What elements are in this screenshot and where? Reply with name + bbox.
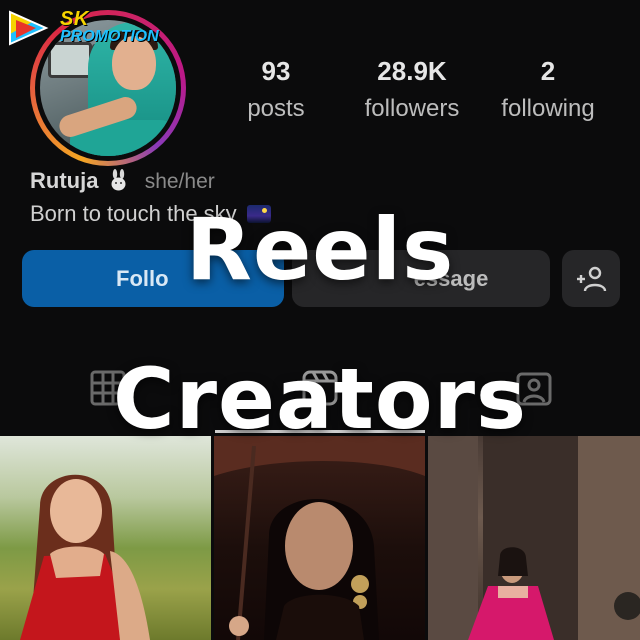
play-logo-icon: [9, 10, 49, 46]
following-label: following: [501, 95, 595, 122]
posts-label: posts: [247, 95, 305, 122]
following-stat[interactable]: 2 following: [478, 56, 618, 123]
rabbit-icon: [111, 169, 126, 191]
overlay-title-line-2: Creators: [112, 350, 527, 448]
posts-count: 93: [261, 56, 291, 86]
profile-page: SK PROMOTION 93 posts 28.9K followers 2 …: [0, 0, 640, 640]
reel-thumbnail[interactable]: [428, 436, 640, 640]
reels-grid: [0, 436, 640, 640]
profile-name: Rutuja: [30, 168, 99, 193]
followers-label: followers: [364, 95, 460, 122]
profile-name-line: Rutuja she/her: [30, 168, 215, 194]
following-count: 2: [540, 56, 556, 86]
followers-stat[interactable]: 28.9K followers: [342, 56, 482, 123]
posts-stat[interactable]: 93 posts: [206, 56, 346, 123]
reel-thumbnail[interactable]: [214, 436, 425, 640]
followers-count: 28.9K: [377, 56, 447, 86]
pronouns: she/her: [144, 170, 215, 193]
sk-promotion-logo: SK PROMOTION: [6, 4, 186, 48]
overlay-title-line-1: Reels: [185, 200, 455, 300]
reel-thumbnail[interactable]: [0, 436, 211, 640]
logo-line-2: PROMOTION: [60, 28, 159, 45]
